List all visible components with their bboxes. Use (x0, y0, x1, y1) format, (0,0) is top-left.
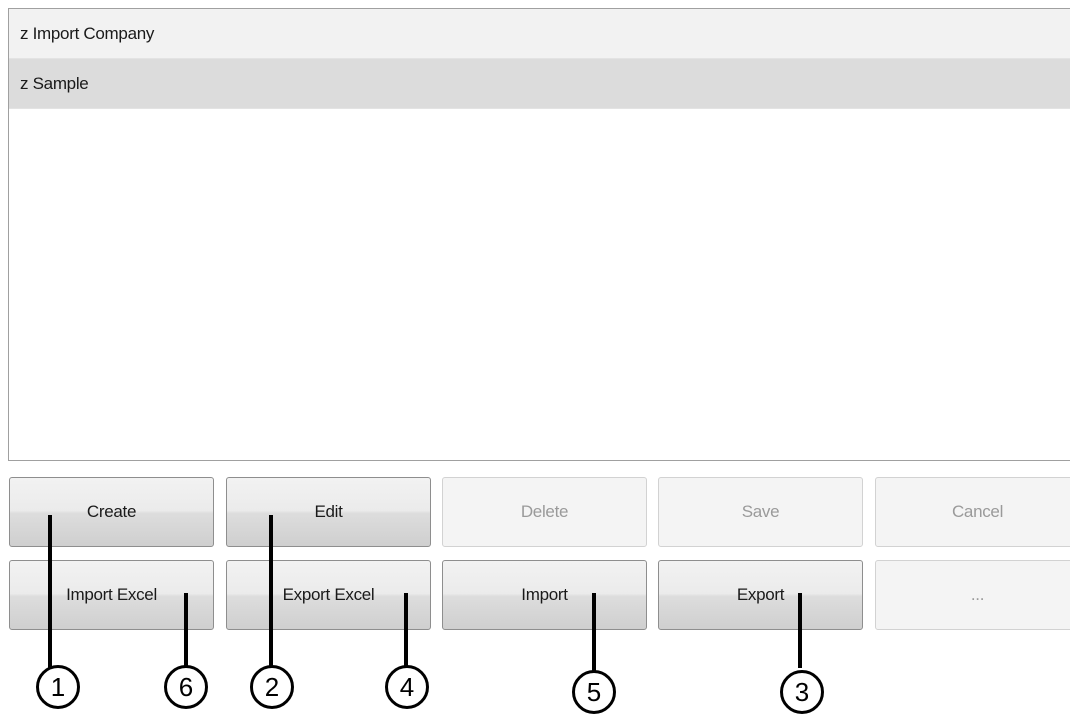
callout-5: 5 (572, 670, 616, 714)
callout-2: 2 (250, 665, 294, 709)
callout-line-4 (404, 593, 408, 668)
list-item[interactable]: z Import Company (9, 9, 1070, 59)
list-item[interactable]: z Sample (9, 59, 1070, 109)
callout-line-2 (269, 515, 273, 668)
create-button[interactable]: Create (9, 477, 214, 547)
callout-line-6 (184, 593, 188, 668)
callout-line-5 (592, 593, 596, 673)
callout-6: 6 (164, 665, 208, 709)
callout-line-3 (798, 593, 802, 668)
export-excel-button[interactable]: Export Excel (226, 560, 431, 630)
callout-3: 3 (780, 670, 824, 714)
callout-line-1 (48, 515, 52, 668)
edit-button[interactable]: Edit (226, 477, 431, 547)
import-button[interactable]: Import (442, 560, 647, 630)
callout-1: 1 (36, 665, 80, 709)
delete-button[interactable]: Delete (442, 477, 647, 547)
more-button[interactable]: ... (875, 560, 1070, 630)
company-list[interactable]: z Import Company z Sample (8, 8, 1070, 461)
save-button[interactable]: Save (658, 477, 863, 547)
cancel-button[interactable]: Cancel (875, 477, 1070, 547)
callout-4: 4 (385, 665, 429, 709)
export-button[interactable]: Export (658, 560, 863, 630)
